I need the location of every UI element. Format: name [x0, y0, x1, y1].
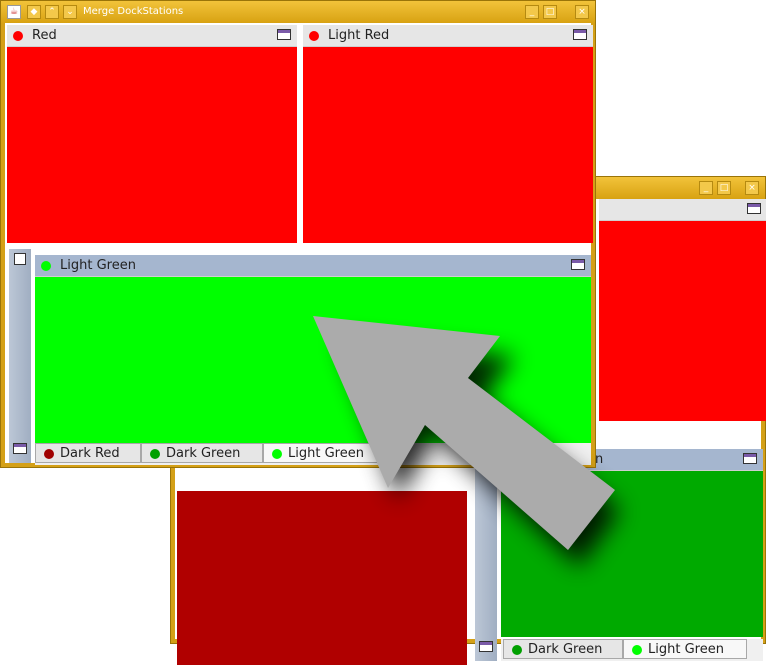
tab-label: Dark Green: [528, 642, 603, 657]
light-green-dot-icon: [632, 645, 642, 655]
arrow-shape: [313, 316, 615, 550]
merge-arrow-icon: [313, 316, 620, 567]
tab-label: Light Green: [648, 642, 724, 657]
dark-green-dot-icon: [512, 645, 522, 655]
